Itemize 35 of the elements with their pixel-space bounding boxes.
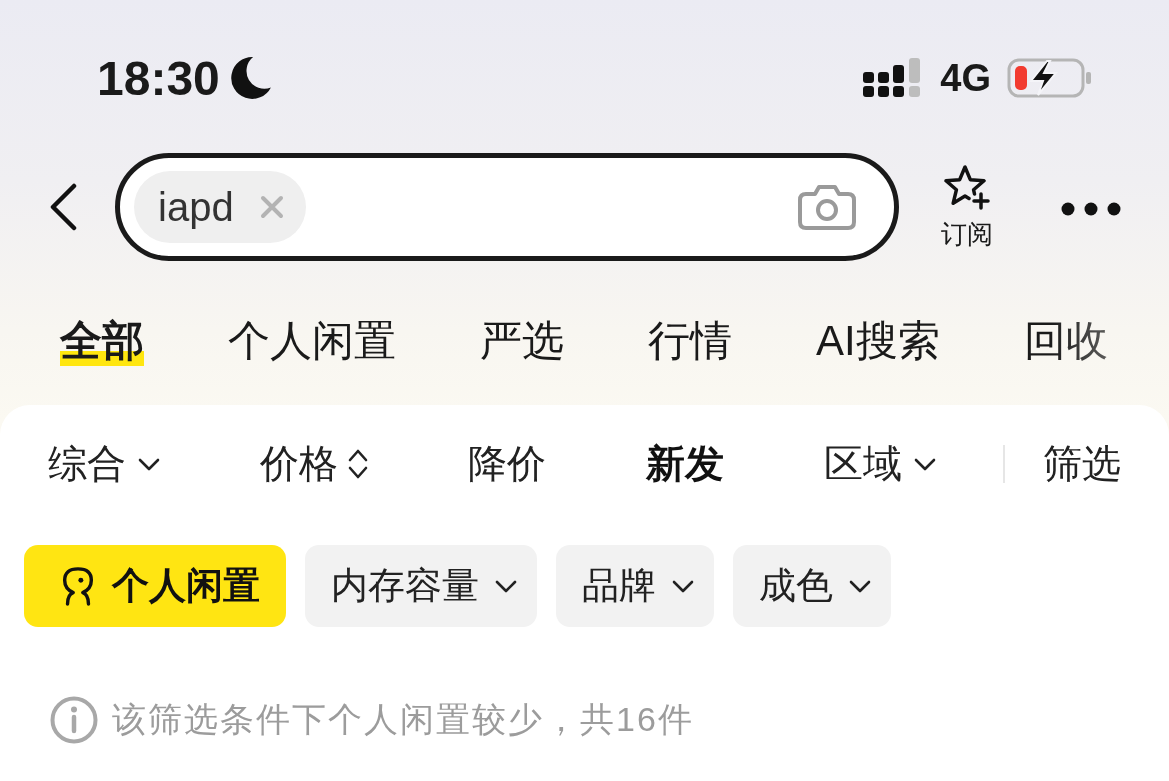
category-tab[interactable]: AI搜索 <box>816 311 940 371</box>
filter-chip[interactable]: 成色 <box>733 545 891 627</box>
category-tab[interactable]: 个人闲置 <box>228 311 396 371</box>
battery-charging-icon <box>1007 58 1091 98</box>
up-down-chevron-icon <box>348 447 368 481</box>
sort-option[interactable]: 综合 <box>48 437 160 491</box>
chevron-down-icon <box>914 457 936 471</box>
network-type: 4G <box>940 56 991 100</box>
category-tab[interactable]: 严选 <box>480 311 564 371</box>
moon-icon <box>229 56 272 100</box>
back-icon[interactable] <box>48 183 78 231</box>
chevron-down-icon <box>138 457 160 471</box>
status-time: 18:30 <box>97 50 220 106</box>
star-plus-icon <box>943 165 991 211</box>
sort-option[interactable]: 价格 <box>260 437 368 491</box>
subscribe-button[interactable]: 订阅 <box>941 165 993 249</box>
info-icon <box>50 696 98 744</box>
search-field[interactable]: iapd <box>115 153 899 261</box>
notice-text: 该筛选条件下个人闲置较少，共16件 <box>112 699 694 740</box>
filter-chip[interactable]: 个人闲置 <box>24 545 286 627</box>
sort-option[interactable]: 降价 <box>468 437 546 491</box>
filter-button[interactable]: 筛选 <box>1043 437 1121 491</box>
chevron-down-icon <box>849 579 871 593</box>
filter-chip[interactable]: 品牌 <box>556 545 714 627</box>
camera-icon[interactable] <box>798 184 856 230</box>
chevron-down-icon <box>672 579 694 593</box>
sort-option[interactable]: 新发 <box>646 437 724 491</box>
category-tab[interactable]: 行情 <box>648 311 732 371</box>
search-tag[interactable]: iapd <box>134 171 306 243</box>
more-icon[interactable] <box>1061 201 1121 217</box>
chevron-down-icon <box>495 579 517 593</box>
category-tab[interactable]: 回收 <box>1023 311 1108 371</box>
filter-chip[interactable]: 内存容量 <box>305 545 537 627</box>
sort-option[interactable]: 区域 <box>824 437 936 491</box>
signal-icon <box>863 58 921 98</box>
